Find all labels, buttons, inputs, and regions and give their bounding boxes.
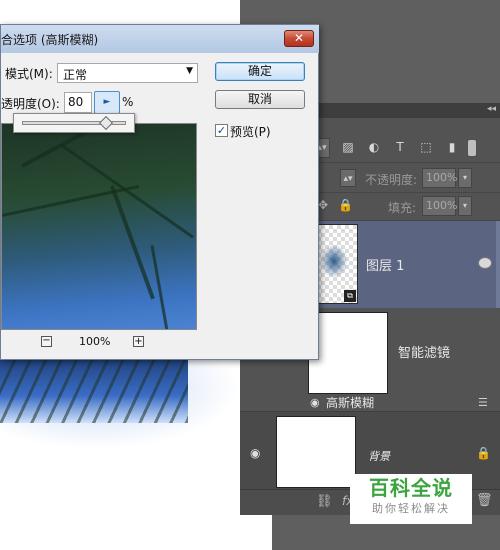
opacity-label: 不透明度: — [365, 173, 418, 187]
background-name: 背景 — [368, 450, 390, 463]
mode-select[interactable]: 正常 ▼ — [57, 63, 198, 83]
watermark: 百科全说 助你轻松解决 — [350, 474, 472, 524]
shape-filter-icon[interactable]: ⬚ — [418, 139, 434, 155]
background-lock-icon: 🔒 — [476, 446, 491, 460]
layer1-name: 图层 1 — [366, 259, 405, 274]
watermark-title: 百科全说 — [369, 476, 453, 500]
opacity-input[interactable]: 80 — [64, 92, 92, 113]
adjustment-filter-icon[interactable]: ◐ — [366, 139, 382, 155]
watermark-subtitle: 助你轻松解决 — [372, 502, 450, 515]
filter-icons: ▨ ◐ T ⬚ ▮ — [340, 139, 460, 155]
preview-checkbox[interactable]: ✓ — [215, 124, 228, 137]
type-filter-icon[interactable]: T — [392, 139, 408, 155]
layer-opacity-dropdown[interactable]: ▾ — [458, 168, 472, 188]
preview-area[interactable] — [1, 123, 197, 330]
collapse-icon[interactable]: ◂◂ — [487, 104, 496, 114]
filter-blending-options-icon[interactable]: ☰ — [478, 396, 488, 409]
cancel-button[interactable]: 取消 — [215, 90, 305, 109]
scroll-edge — [496, 221, 500, 308]
preview-image — [2, 124, 196, 329]
mode-label: 模式(M): — [5, 67, 53, 81]
image-filter-icon[interactable]: ▨ — [340, 139, 356, 155]
layer1-thumbnail-image — [321, 245, 347, 277]
lock-icons: ✥ 🔒 — [318, 198, 353, 212]
fill-label: 填充: — [388, 201, 417, 215]
mode-select-value: 正常 — [63, 68, 88, 82]
gaussian-blur-label[interactable]: 高斯模糊 — [326, 394, 374, 411]
lock-all-icon[interactable]: 🔒 — [338, 198, 353, 212]
opacity-label: 透明度(O): — [1, 97, 60, 111]
fill-field[interactable]: 100% — [422, 196, 457, 216]
blend-mode-stepper[interactable]: ▴▾ — [340, 169, 356, 187]
close-button[interactable]: ✕ — [284, 30, 314, 47]
opacity-slider-track[interactable] — [22, 115, 126, 131]
percent-label: % — [122, 95, 134, 109]
layer-opacity-field[interactable]: 100% — [422, 168, 457, 188]
zoom-out-button[interactable]: − — [41, 336, 52, 347]
chevron-down-icon: ▼ — [186, 66, 193, 76]
smart-object-filter-icon[interactable]: ▮ — [444, 139, 460, 155]
opacity-slider-toggle[interactable]: ► — [94, 91, 120, 114]
fill-dropdown[interactable]: ▾ — [458, 196, 472, 216]
background-visibility-icon[interactable]: ◉ — [250, 446, 260, 460]
ok-button[interactable]: 确定 — [215, 62, 305, 81]
link-layers-icon[interactable]: ⛓ — [316, 494, 333, 509]
background-thumbnail — [276, 416, 356, 488]
preview-label: 预览(P) — [230, 125, 271, 139]
layer1-thumbnail: ⧉ — [316, 224, 358, 304]
blending-options-dialog: 合选项 (高斯模糊) ✕ 模式(M): 正常 ▼ 透明度(O): 80 ► % … — [0, 24, 319, 360]
filter-toggle[interactable] — [468, 140, 476, 156]
smart-object-icon: ⧉ — [344, 290, 356, 302]
smart-filters-label: 智能滤镜 — [398, 346, 451, 361]
canvas-image — [0, 355, 188, 423]
smart-filter-indicator-icon — [478, 257, 492, 269]
zoom-level: 100% — [79, 335, 111, 348]
dialog-title: 合选项 (高斯模糊) — [1, 33, 99, 47]
smart-filter-mask[interactable] — [308, 312, 388, 394]
gaussian-blur-visibility-icon[interactable]: ◉ — [310, 396, 320, 409]
zoom-in-button[interactable]: + — [133, 336, 144, 347]
opacity-slider-thumb[interactable] — [99, 115, 114, 131]
trash-icon[interactable]: 🗑 — [476, 493, 493, 508]
opacity-slider-popup — [13, 113, 135, 133]
lock-position-icon[interactable]: ✥ — [318, 198, 328, 212]
dialog-titlebar[interactable]: 合选项 (高斯模糊) ✕ — [1, 25, 319, 53]
